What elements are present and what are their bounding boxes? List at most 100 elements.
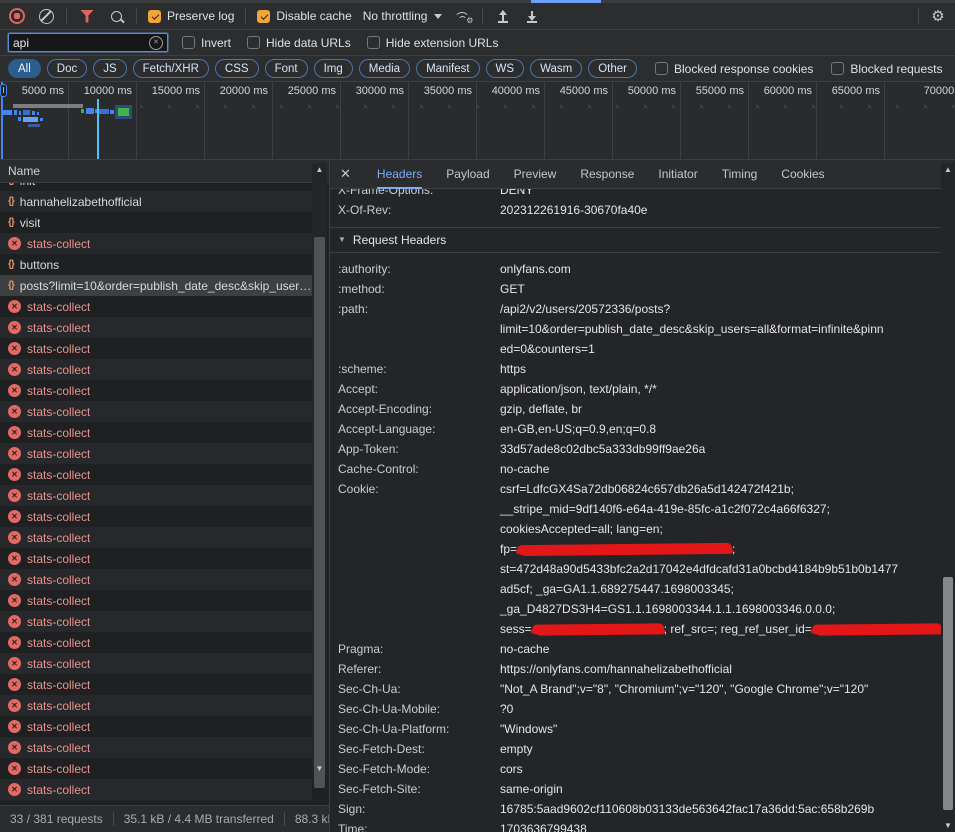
scroll-down-icon[interactable]: ▼ — [941, 821, 955, 830]
waterfall-bar — [37, 112, 39, 115]
network-main-area: Name {}init{}hannahelizabethofficial{}vi… — [0, 160, 955, 832]
request-row[interactable]: ✕stats-collect — [0, 296, 312, 317]
redaction-mark — [517, 543, 732, 555]
header-value: ?0 — [500, 699, 941, 719]
close-details-icon[interactable]: ✕ — [340, 166, 351, 182]
filter-input[interactable] — [9, 36, 149, 50]
request-headers-section[interactable]: ▼ Request Headers — [330, 228, 941, 253]
request-row[interactable]: ✕stats-collect — [0, 401, 312, 422]
chip-font[interactable]: Font — [265, 59, 308, 78]
error-icon: ✕ — [8, 237, 21, 250]
tab-response[interactable]: Response — [580, 160, 634, 189]
disable-cache-checkbox[interactable]: Disable cache — [257, 9, 351, 23]
header-value: DENY — [500, 189, 941, 200]
request-row[interactable]: ✕stats-collect — [0, 695, 312, 716]
checkbox-blocked-requests[interactable]: Blocked requests — [831, 62, 942, 76]
checkbox-hide-data-urls[interactable]: Hide data URLs — [247, 36, 351, 50]
toolbar-divider — [918, 8, 919, 24]
request-row[interactable]: ✕stats-collect — [0, 359, 312, 380]
request-row[interactable]: ✕stats-collect — [0, 548, 312, 569]
tab-headers[interactable]: Headers — [377, 160, 422, 189]
requests-scrollbar[interactable]: ▲ ▼ — [312, 163, 327, 775]
scroll-down-icon[interactable]: ▼ — [312, 764, 327, 773]
header-row: Referer:https://onlyfans.com/hannaheliza… — [330, 659, 941, 679]
header-value-line: limit=10&order=publish_date_desc&skip_us… — [500, 319, 941, 339]
header-value: 16785:5aad9602cf110608b03133de563642fac1… — [500, 799, 941, 819]
request-row[interactable]: ✕stats-collect — [0, 380, 312, 401]
checkbox-checked-icon — [257, 10, 270, 23]
request-row[interactable]: ✕stats-collect — [0, 611, 312, 632]
scrollbar-thumb[interactable] — [943, 577, 953, 810]
clear-button[interactable] — [37, 7, 55, 25]
request-row[interactable]: ✕stats-collect — [0, 632, 312, 653]
chip-wasm[interactable]: Wasm — [530, 59, 582, 78]
throttling-select[interactable]: No throttling — [363, 9, 443, 23]
request-row[interactable]: ✕stats-collect — [0, 590, 312, 611]
header-value-line: cors — [500, 759, 941, 779]
request-row[interactable]: ✕stats-collect — [0, 338, 312, 359]
chip-doc[interactable]: Doc — [47, 59, 87, 78]
ruler-column: 45000 ms — [545, 82, 613, 160]
chip-media[interactable]: Media — [359, 59, 410, 78]
checkbox-label: Blocked response cookies — [674, 62, 813, 76]
checkbox-hide-extension-urls[interactable]: Hide extension URLs — [367, 36, 499, 50]
request-row[interactable]: ✕stats-collect — [0, 758, 312, 779]
tab-payload[interactable]: Payload — [446, 160, 489, 189]
details-scrollbar[interactable]: ▲ ▼ — [941, 163, 955, 832]
tab-initiator[interactable]: Initiator — [658, 160, 697, 189]
chip-fetch-xhr[interactable]: Fetch/XHR — [133, 59, 209, 78]
scrollbar-thumb[interactable] — [314, 237, 325, 788]
chip-ws[interactable]: WS — [486, 59, 525, 78]
request-row[interactable]: ✕stats-collect — [0, 779, 312, 800]
checkbox-invert[interactable]: Invert — [182, 36, 231, 50]
settings-button[interactable]: ⚙ — [929, 7, 947, 25]
request-row[interactable]: ✕stats-collect — [0, 716, 312, 737]
chip-other[interactable]: Other — [588, 59, 637, 78]
request-row[interactable]: ✕stats-collect — [0, 422, 312, 443]
clear-filter-icon[interactable]: ✕ — [149, 36, 163, 50]
checkbox-icon — [367, 36, 380, 49]
scroll-up-icon[interactable]: ▲ — [941, 165, 955, 174]
request-row[interactable]: ✕stats-collect — [0, 443, 312, 464]
chip-img[interactable]: Img — [314, 59, 353, 78]
request-row[interactable]: {}visit — [0, 212, 312, 233]
checkbox-blocked-response-cookies[interactable]: Blocked response cookies — [655, 62, 813, 76]
chevron-down-icon — [434, 14, 442, 19]
record-button[interactable] — [8, 7, 26, 25]
request-row[interactable]: ✕stats-collect — [0, 569, 312, 590]
scroll-up-icon[interactable]: ▲ — [312, 165, 327, 174]
request-row[interactable]: {}init — [0, 183, 312, 191]
request-row[interactable]: {}buttons — [0, 254, 312, 275]
request-row[interactable]: ✕stats-collect — [0, 506, 312, 527]
request-row[interactable]: ✕stats-collect — [0, 464, 312, 485]
header-name: App-Token: — [338, 439, 500, 459]
search-button[interactable] — [107, 7, 125, 25]
chip-css[interactable]: CSS — [215, 59, 259, 78]
request-row[interactable]: ✕stats-collect — [0, 674, 312, 695]
request-row[interactable]: ✕stats-collect — [0, 737, 312, 758]
tab-cookies[interactable]: Cookies — [781, 160, 824, 189]
request-row[interactable]: {}hannahelizabethofficial — [0, 191, 312, 212]
request-row[interactable]: ✕stats-collect — [0, 233, 312, 254]
request-row[interactable]: ✕stats-collect — [0, 485, 312, 506]
import-har-button[interactable] — [494, 7, 512, 25]
request-row[interactable]: ✕stats-collect — [0, 653, 312, 674]
network-overview-timeline[interactable]: 5000 ms10000 ms15000 ms20000 ms25000 ms3… — [0, 82, 955, 160]
header-value-line: ?0 — [500, 699, 941, 719]
ruler-column: 70000 ms — [885, 82, 955, 160]
network-conditions-button[interactable]: ⚙ — [453, 7, 471, 25]
chip-js[interactable]: JS — [93, 59, 126, 78]
header-value-line: "Windows" — [500, 719, 941, 739]
tab-timing[interactable]: Timing — [722, 160, 758, 189]
tab-preview[interactable]: Preview — [514, 160, 557, 189]
request-row[interactable]: ✕stats-collect — [0, 317, 312, 338]
export-har-button[interactable] — [523, 7, 541, 25]
timeline-drag-handle[interactable] — [0, 84, 7, 97]
request-row[interactable]: ✕stats-collect — [0, 527, 312, 548]
chip-all[interactable]: All — [8, 59, 41, 78]
request-row[interactable]: {}posts?limit=10&order=publish_date_desc… — [0, 275, 312, 296]
chip-manifest[interactable]: Manifest — [416, 59, 479, 78]
filter-toggle-button[interactable] — [78, 7, 96, 25]
name-column-header[interactable]: Name — [0, 160, 329, 183]
preserve-log-checkbox[interactable]: Preserve log — [148, 9, 234, 23]
